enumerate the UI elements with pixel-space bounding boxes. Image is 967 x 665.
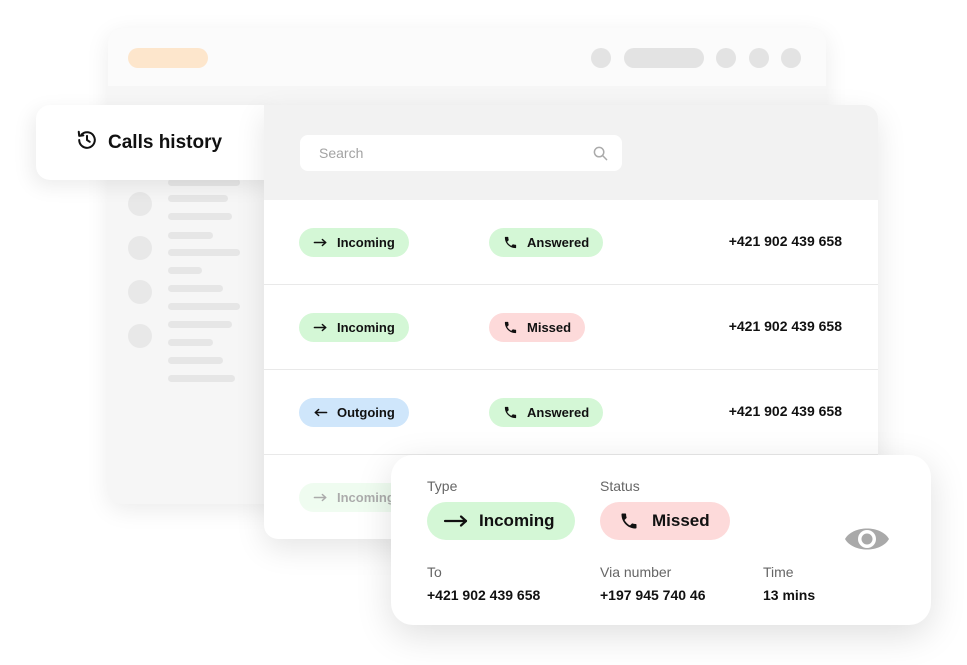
detail-to-label: To [427, 564, 442, 580]
call-status-badge: Answered [489, 228, 604, 257]
skeleton-line [168, 195, 228, 202]
detail-status-badge: Missed [600, 502, 730, 540]
titlebar-dot [749, 48, 769, 68]
detail-time-label: Time [763, 564, 794, 580]
skeleton-line [168, 285, 223, 292]
phone-icon [621, 513, 637, 529]
eye-icon[interactable] [843, 521, 891, 557]
arrow-right-icon [313, 323, 327, 332]
call-status-label: Missed [527, 320, 572, 335]
detail-via-label: Via number [600, 564, 672, 580]
skeleton-avatar [128, 236, 152, 260]
titlebar-placeholder-pill [624, 48, 704, 68]
call-type-label: Outgoing [337, 405, 395, 420]
arrow-left-icon [314, 408, 328, 417]
call-type-badge: Incoming [299, 228, 409, 257]
search-box[interactable] [300, 135, 622, 171]
detail-status-label: Status [600, 478, 640, 494]
skeleton-line [168, 357, 223, 364]
titlebar-placeholder-pill [128, 48, 208, 68]
call-status-badge: Answered [489, 398, 604, 427]
phone-icon [504, 406, 517, 419]
skeleton-avatar [128, 324, 152, 348]
call-status-label: Answered [527, 235, 590, 250]
call-type-label: Incoming [337, 490, 395, 505]
call-row[interactable]: Incoming Missed +421 902 439 658 [264, 285, 878, 370]
call-phone-number: +421 902 439 658 [728, 318, 842, 334]
call-type-badge: Outgoing [299, 398, 409, 427]
titlebar-dot [781, 48, 801, 68]
titlebar-dot [591, 48, 611, 68]
calls-history-tab[interactable]: Calls history [36, 105, 276, 180]
arrow-right-icon [313, 493, 327, 502]
call-status-label: Answered [527, 405, 590, 420]
phone-icon [504, 236, 517, 249]
call-row[interactable]: Outgoing Answered +421 902 439 658 [264, 370, 878, 455]
skeleton-line [168, 375, 235, 382]
search-icon[interactable] [593, 146, 608, 161]
call-row[interactable]: Incoming Answered +421 902 439 658 [264, 200, 878, 285]
skeleton-line [168, 249, 240, 256]
detail-type-badge: Incoming [427, 502, 575, 540]
skeleton-line [168, 303, 240, 310]
detail-status-value: Missed [652, 511, 710, 530]
arrow-right-icon [443, 515, 468, 527]
call-phone-number: +421 902 439 658 [728, 233, 842, 249]
call-status-badge: Missed [489, 313, 586, 342]
detail-type-value: Incoming [479, 511, 555, 530]
skeleton-line [168, 339, 213, 346]
call-type-label: Incoming [337, 320, 395, 335]
call-phone-number: +421 902 439 658 [728, 403, 842, 419]
detail-type-label: Type [427, 478, 458, 494]
skeleton-line [168, 179, 240, 186]
panel-header [264, 105, 878, 200]
detail-to-value: +421 902 439 658 [427, 587, 541, 603]
window-titlebar [108, 28, 826, 86]
skeleton-avatar [128, 280, 152, 304]
skeleton-line [168, 321, 232, 328]
phone-icon [504, 321, 517, 334]
skeleton-line [168, 232, 213, 239]
skeleton-avatar [128, 192, 152, 216]
detail-time-value: 13 mins [763, 587, 816, 603]
detail-via-value: +197 945 740 46 [600, 587, 706, 603]
history-icon [76, 129, 108, 156]
call-type-label: Incoming [337, 235, 395, 250]
titlebar-dot [716, 48, 736, 68]
call-detail-card: Type Incoming Status Missed To +421 902 … [391, 455, 931, 625]
arrow-right-icon [313, 238, 327, 247]
skeleton-line [168, 213, 232, 220]
skeleton-line [168, 267, 202, 274]
call-type-badge: Incoming [299, 313, 409, 342]
search-input[interactable] [319, 145, 593, 161]
calls-history-title: Calls history [108, 131, 223, 153]
